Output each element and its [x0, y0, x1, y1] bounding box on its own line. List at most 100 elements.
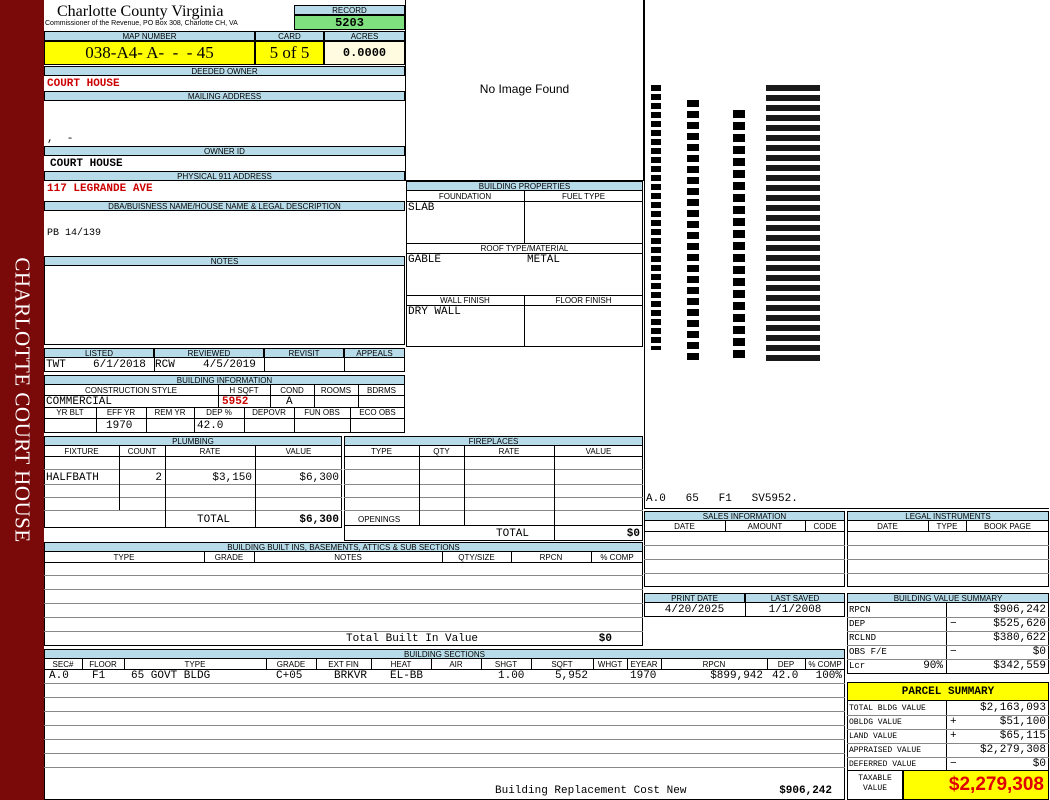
deeded-owner-value: COURT HOUSE: [47, 78, 120, 90]
section-eyear: 1970: [630, 670, 657, 682]
plumbing-value: $6,300: [299, 472, 339, 484]
sec-col-sqft: SQFT: [551, 660, 573, 669]
fuel-type-label: FUEL TYPE: [561, 192, 606, 201]
map-number-value: 038-A4- A- - - 45: [44, 41, 255, 65]
sec-col-type: TYPE: [184, 660, 206, 669]
parcel-summary-header: PARCEL SUMMARY: [847, 682, 1049, 701]
foundation-label: FOUNDATION: [438, 192, 492, 201]
built-ins-total-label: Total Built In Value: [346, 633, 479, 645]
record-header: RECORD: [294, 5, 405, 15]
built-ins-col-qty: QTY/SIZE: [458, 553, 495, 562]
eco-obs-label: ECO OBS: [359, 408, 396, 417]
roof-label: ROOF TYPE/MATERIAL: [480, 244, 569, 253]
listed-date: 6/1/2018: [93, 359, 146, 371]
commissioner-line: Commissioner of the Revenue, PO Box 308,…: [45, 20, 238, 27]
rclnd-label: RCLND: [849, 633, 877, 643]
sec-col-heat: HEAT: [390, 660, 412, 669]
fireplace-col-type: TYPE: [371, 447, 392, 456]
dba-header: DBA/BUISNESS NAME/HOUSE NAME & LEGAL DES…: [44, 201, 405, 211]
floor-finish-label: FLOOR FINISH: [555, 296, 612, 305]
sec-col-dep: DEP: [777, 660, 795, 669]
replacement-cost-value: $906,242: [779, 785, 832, 797]
legal-col-bookpage: BOOK PAGE: [984, 522, 1031, 531]
rem-yr-label: REM YR: [154, 408, 186, 417]
building-sections-header: BUILDING SECTIONS: [44, 649, 845, 659]
sketch-mark: [687, 100, 699, 360]
reviewed-date: 4/5/2019: [203, 359, 256, 371]
eff-yr-label: EFF YR: [106, 408, 136, 417]
dep-value: $525,620: [993, 618, 1046, 630]
acres-value: 0.0000: [324, 41, 405, 65]
plumbing-count: 2: [155, 472, 162, 484]
sec-col-extfin: EXT FIN: [328, 660, 359, 669]
sketch-frame: A.0 65 F1 SV5952.: [644, 0, 1049, 509]
sec-col-shgt: SHGT: [494, 660, 518, 669]
section-floor: F1: [92, 670, 106, 682]
section-shgt: 1.00: [498, 670, 525, 682]
plumbing-col-rate: RATE: [199, 447, 221, 456]
card-value: 5 of 5: [255, 41, 324, 65]
sketch-mark: [766, 85, 820, 365]
built-ins-col-notes: NOTES: [334, 553, 362, 562]
mailing-address-value: , -: [47, 133, 74, 145]
sec-col-whgt: WHGT: [597, 660, 623, 669]
deferred-value: $0: [1032, 758, 1046, 770]
taxable-label-1: TAXABLE: [858, 774, 892, 783]
plumbing-total-label: TOTAL: [197, 514, 231, 526]
total-bldg-value: $2,163,093: [979, 702, 1046, 714]
record-value: 5203: [294, 15, 405, 30]
appeals-header: APPEALS: [344, 348, 405, 358]
legal-header: LEGAL INSTRUMENTS: [847, 511, 1049, 521]
sec-col-comp: % COMP: [808, 660, 842, 669]
built-ins-col-type: TYPE: [113, 553, 135, 562]
dba-value: PB 14/139: [47, 228, 102, 239]
map-number-header: MAP NUMBER: [44, 31, 255, 41]
legal-col-date: DATE: [877, 522, 898, 531]
section-comp: 100%: [815, 670, 842, 682]
foundation-value: SLAB: [408, 202, 435, 214]
wall-finish-value: DRY WALL: [408, 306, 461, 318]
section-type: 65 GOVT BLDG: [131, 670, 211, 682]
fireplace-col-rate: RATE: [498, 447, 520, 456]
plumbing-col-fixture: FIXTURE: [64, 447, 99, 456]
sales-col-amount: AMOUNT: [747, 522, 783, 531]
rpcn-value: $906,242: [993, 604, 1046, 616]
obldg-label: OBLDG VALUE: [849, 718, 902, 727]
sketch-mark: [733, 110, 745, 360]
fun-obs-label: FUN OBS: [304, 408, 340, 417]
plumbing-rate: $3,150: [212, 472, 252, 484]
deferred-label: DEFERRED VALUE: [849, 760, 917, 769]
bdrms-label: BDRMS: [367, 386, 396, 395]
section-sec: A.0: [49, 670, 69, 682]
taxable-value: $2,279,308: [903, 771, 1049, 800]
lcr-label: Lcr: [849, 661, 866, 671]
obldg-value: $51,100: [999, 716, 1046, 728]
lcr-pct: 90%: [923, 660, 943, 672]
land-value: $65,115: [999, 730, 1046, 742]
fireplaces-header: FIREPLACES: [344, 436, 643, 446]
section-dep: 42.0: [772, 670, 799, 682]
plumbing-total: $6,300: [299, 514, 339, 526]
sec-col-floor: FLOOR: [89, 660, 117, 669]
section-grade: C+05: [276, 670, 303, 682]
construction-style-label: CONSTRUCTION STYLE: [84, 386, 177, 395]
rclnd-value: $380,622: [993, 632, 1046, 644]
sec-col-air: AIR: [449, 660, 463, 669]
fireplace-total: $0: [626, 528, 640, 540]
sec-col-grade: GRADE: [276, 660, 306, 669]
sketch-drawing: [651, 80, 821, 365]
built-ins-col-grade: GRADE: [214, 553, 244, 562]
sketch-mark: [651, 85, 661, 350]
rpcn-label: RPCN: [849, 605, 871, 615]
fireplace-total-label: TOTAL: [496, 528, 530, 540]
building-properties-header: BUILDING PROPERTIES: [406, 181, 643, 191]
value-summary-header: BUILDING VALUE SUMMARY: [847, 593, 1049, 603]
sidebar-band: CHARLOTTE COURT HOUSE: [0, 0, 44, 800]
sketch-caption: A.0 65 F1 SV5952.: [646, 493, 798, 505]
deeded-owner-header: DEEDED OWNER: [44, 66, 405, 76]
notes-area: [44, 265, 405, 345]
print-date-value: 4/20/2025: [664, 604, 725, 616]
eff-yr-value: 1970: [106, 420, 133, 432]
listed-header: LISTED: [44, 348, 154, 358]
sales-col-code: CODE: [813, 522, 837, 531]
